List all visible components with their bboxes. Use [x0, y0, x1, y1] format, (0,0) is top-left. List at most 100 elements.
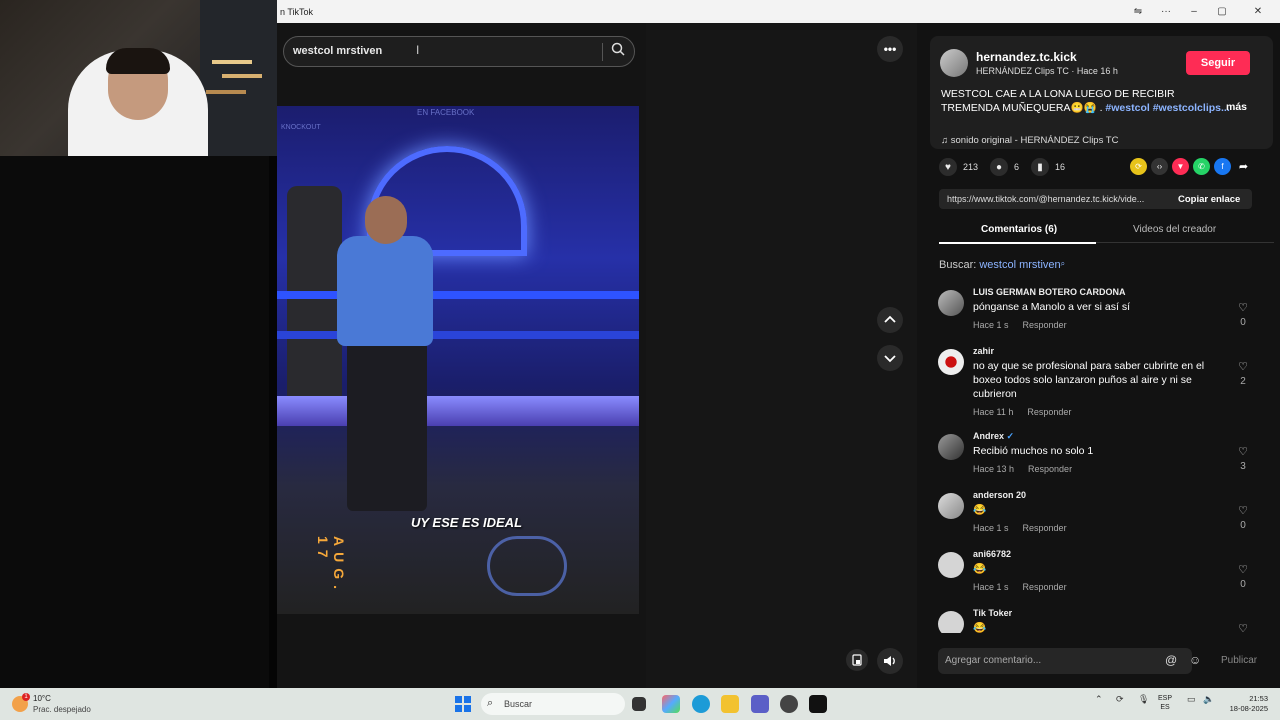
comment-input[interactable]: Agregar comentario... @ ☺	[938, 648, 1201, 674]
comment-user[interactable]: ani66782	[973, 549, 1011, 559]
reply-button[interactable]: Responder	[1023, 582, 1067, 592]
maximize-icon[interactable]: ▢	[1208, 6, 1236, 17]
previous-video-button[interactable]	[877, 307, 903, 333]
comment-avatar[interactable]	[938, 493, 964, 519]
volume-icon	[884, 656, 895, 666]
weather-desc[interactable]: Prac. despejado	[33, 705, 91, 714]
comment-like-icon[interactable]: ♡	[1237, 504, 1249, 517]
send-icon[interactable]: ▼	[1172, 158, 1189, 175]
comment-like-icon[interactable]: ♡	[1237, 301, 1249, 314]
comment-user[interactable]: Andrex ✓	[973, 431, 1014, 442]
file-explorer-icon[interactable]	[721, 695, 739, 713]
app-icon[interactable]	[780, 695, 798, 713]
copilot-icon[interactable]	[662, 695, 680, 713]
tray-chevron-icon[interactable]: ⌃	[1095, 694, 1103, 705]
translate-icon[interactable]: ⇋	[1124, 6, 1152, 17]
publish-button[interactable]: Publicar	[1221, 655, 1257, 666]
comment-avatar[interactable]	[938, 552, 964, 578]
details-panel: hernandez.tc.kick HERNÁNDEZ Clips TC · H…	[917, 23, 1280, 688]
follow-button[interactable]: Seguir	[1186, 51, 1250, 75]
miniplayer-button[interactable]	[846, 649, 868, 671]
search-query[interactable]: westcol mrstiven	[293, 45, 382, 57]
comment-text: no ay que se profesional para saber cubr…	[973, 360, 1205, 400]
reply-button[interactable]: Responder	[1028, 464, 1072, 474]
comment-like-icon[interactable]: ♡	[1237, 360, 1249, 373]
comment-avatar[interactable]	[938, 611, 964, 633]
comment-meta: Hace 1 s Responder	[973, 582, 1081, 592]
copy-link-button[interactable]: Copiar enlace	[1178, 194, 1240, 205]
tab-comments[interactable]: Comentarios (6)	[981, 224, 1057, 235]
tab-creator-videos[interactable]: Videos del creador	[1133, 224, 1216, 235]
description-more-link[interactable]: más	[1226, 101, 1247, 113]
creator-avatar[interactable]	[940, 49, 968, 77]
search-input[interactable]: westcol mrstiven	[283, 36, 635, 67]
more-options-button[interactable]: •••	[877, 36, 903, 62]
comment-time: Hace 13 h	[973, 464, 1015, 474]
related-search[interactable]: Buscar: westcol mrstiven⌕	[939, 259, 1065, 271]
creator-username[interactable]: hernandez.tc.kick	[976, 50, 1077, 64]
comment-text: 😂	[973, 622, 987, 633]
task-view-icon[interactable]	[632, 697, 646, 711]
language-indicator[interactable]: ESP ES	[1158, 694, 1172, 712]
save-count: 16	[1055, 162, 1066, 172]
clock[interactable]: 21:53 18-08-2025	[1222, 694, 1268, 714]
verified-icon: ✓	[1006, 431, 1015, 441]
edge-icon[interactable]	[692, 695, 710, 713]
mention-icon[interactable]: @	[1165, 653, 1177, 667]
comment-avatar[interactable]	[938, 434, 964, 460]
reply-button[interactable]: Responder	[1027, 407, 1071, 417]
language-secondary: ES	[1160, 704, 1170, 711]
hashtag-westcol[interactable]: #westcol	[1105, 102, 1149, 114]
window-menu-icon[interactable]: ···	[1152, 6, 1180, 17]
comment-avatar[interactable]	[938, 290, 964, 316]
tray-app-icon[interactable]: ⟳	[1116, 694, 1124, 705]
comment-count: 6	[1014, 162, 1020, 172]
comment-like-icon[interactable]: ♡	[1237, 563, 1249, 576]
video-date-overlay: AUG. 17	[315, 536, 347, 595]
comment-user[interactable]: anderson 20	[973, 490, 1026, 500]
related-search-term[interactable]: westcol mrstiven	[979, 259, 1060, 271]
comment-meta: Hace 11 h Responder	[973, 407, 1085, 417]
comment-user[interactable]: LUIS GERMAN BOTERO CARDONA	[973, 287, 1126, 297]
comment-user[interactable]: Tik Toker	[973, 608, 1012, 618]
taskbar-search[interactable]: ⌕ Buscar	[481, 693, 625, 715]
video-player[interactable]: EN FACEBOOK KNOCKOUT AUG. 17 UY ESE ES I…	[277, 106, 639, 614]
network-icon[interactable]: ▭	[1187, 694, 1196, 705]
emoji-icon[interactable]: ☺	[1189, 653, 1201, 667]
comment-text: pónganse a Manolo a ver si así sí	[973, 301, 1131, 313]
share-arrow-icon[interactable]: ➦	[1235, 158, 1252, 175]
close-icon[interactable]: ✕	[1236, 6, 1280, 17]
repost-icon[interactable]: ⟳	[1130, 158, 1147, 175]
weather-temp[interactable]: 10°C	[33, 694, 51, 703]
comment-like-count: 0	[1240, 317, 1246, 328]
share-url[interactable]: https://www.tiktok.com/@hernandez.tc.kic…	[947, 194, 1169, 204]
search-icon[interactable]	[608, 42, 628, 62]
heart-icon: ♥	[945, 161, 951, 173]
comment-meta: Hace 1 s Responder	[973, 523, 1081, 533]
windows-start-icon[interactable]	[455, 696, 471, 712]
engagement-stats: ♥ 213 ● 6 ▮ 16	[939, 158, 1077, 176]
comment-like-icon[interactable]: ♡	[1237, 445, 1249, 458]
save-button[interactable]: ▮	[1031, 158, 1050, 176]
video-watermark: EN FACEBOOK	[417, 108, 475, 117]
embed-icon[interactable]: ‹›	[1151, 158, 1168, 175]
speaker-icon[interactable]: 🔈	[1203, 694, 1214, 705]
like-button[interactable]: ♥	[939, 158, 957, 176]
reply-button[interactable]: Responder	[1023, 320, 1067, 330]
teams-icon[interactable]	[751, 695, 769, 713]
comment-button[interactable]: ●	[990, 158, 1009, 176]
volume-button[interactable]	[877, 648, 903, 674]
whatsapp-icon[interactable]: ✆	[1193, 158, 1210, 175]
reply-button[interactable]: Responder	[1023, 523, 1067, 533]
music-link[interactable]: ♫ sonido original - HERNÁNDEZ Clips TC	[941, 135, 1118, 146]
next-video-button[interactable]	[877, 345, 903, 371]
comment-like-icon[interactable]: ♡	[1237, 622, 1249, 633]
tiktok-icon[interactable]	[809, 695, 827, 713]
facebook-icon[interactable]: f	[1214, 158, 1231, 175]
microphone-icon[interactable]: 🎙	[1138, 694, 1149, 705]
search-small-icon: ⌕	[1060, 259, 1066, 268]
minimize-icon[interactable]: –	[1180, 6, 1208, 17]
hashtag-westcolclips[interactable]: #westcolclips...	[1153, 102, 1230, 114]
comment-avatar[interactable]	[938, 349, 964, 375]
comment-user[interactable]: zahir	[973, 346, 994, 356]
